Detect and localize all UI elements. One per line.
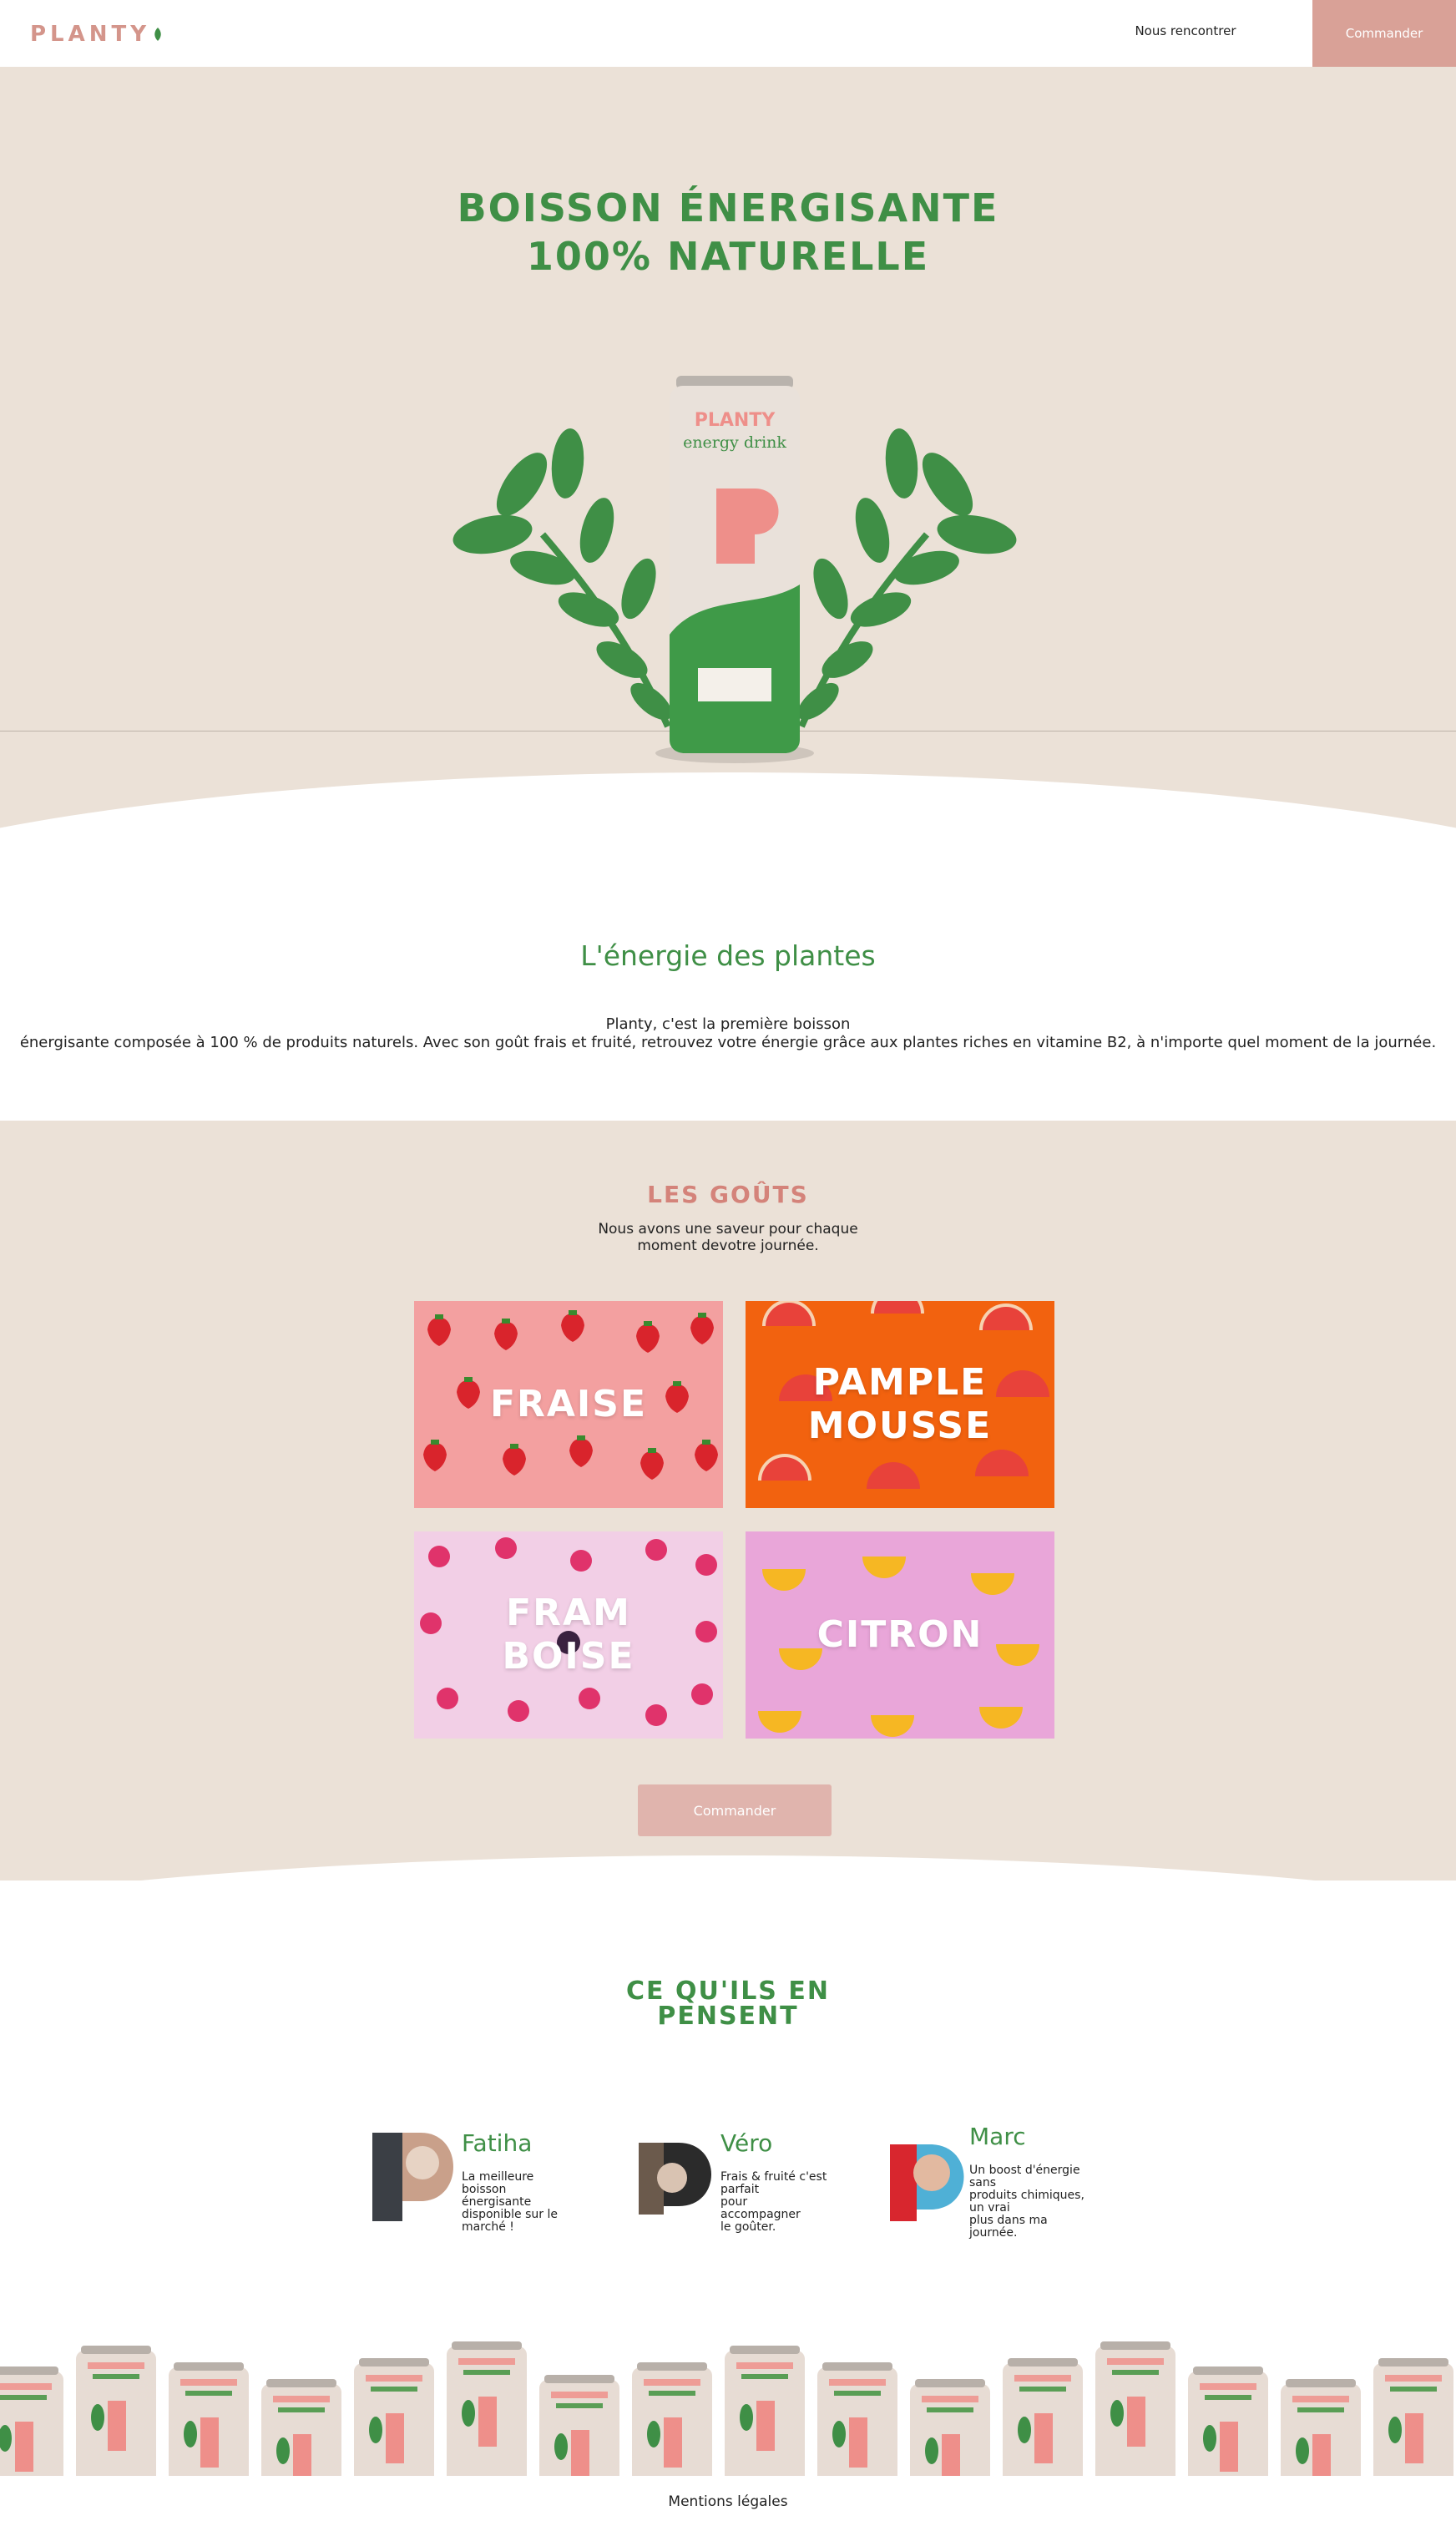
review-card: Fatiha La meilleure boisson énergisante dis… xyxy=(372,2129,573,2246)
can-icon xyxy=(169,2362,249,2476)
review-name: Fatiha xyxy=(462,2129,533,2157)
intro-text: Planty, c'est la première boisson énergi… xyxy=(0,1015,1456,1052)
review-text: Un boost d'énergie sans produits chimiques… xyxy=(969,2164,1084,2240)
tastes-bottom-curve xyxy=(0,1855,1456,1881)
hero-title-line2: 100% NATURELLE xyxy=(526,234,930,279)
reviews-title-line2: PENSENT xyxy=(657,2002,799,2031)
site-header: PLANTY Nous rencontrer Commander xyxy=(0,0,1456,67)
logo-text: PLANTY xyxy=(30,22,151,47)
can-icon xyxy=(539,2375,619,2476)
avatar xyxy=(372,2133,453,2221)
review-name: Marc xyxy=(969,2123,1026,2150)
hero-title-line1: BOISSON ÉNERGISANTE xyxy=(457,185,999,230)
review-text: Frais & fruité c'est parfait pour accompagn… xyxy=(720,2170,827,2234)
tastes-section: LES GOÛTS Nous avons une saveur pour cha… xyxy=(0,1121,1456,1881)
can-icon xyxy=(1373,2358,1453,2476)
review-text: La meilleure boisson énergisante disponible… xyxy=(462,2170,559,2234)
can-icon xyxy=(725,2346,805,2476)
can-icon xyxy=(76,2346,156,2476)
intro-text-line2: énergisante composée à 100 % de produits… xyxy=(19,1034,1437,1051)
review-card: Véro Frais & fruité c'est parfait pour acco… xyxy=(639,2129,839,2246)
flavor-tile-framboise[interactable]: FRAM BOISE xyxy=(414,1531,723,1739)
energy-drink-can-icon: PLANTY energy drink xyxy=(655,376,814,763)
flavor-label: FRAM BOISE xyxy=(502,1592,635,1678)
mentions-legales-link[interactable]: Mentions légales xyxy=(0,2493,1456,2510)
flavor-tile-pamplemousse[interactable]: PAMPLE MOUSSE xyxy=(746,1301,1054,1508)
can-icon xyxy=(1095,2341,1175,2476)
reviews-title-line1: CE QU'ILS EN xyxy=(626,1977,830,2006)
flavor-tile-citron[interactable]: CITRON xyxy=(746,1531,1054,1739)
can-icon xyxy=(354,2358,434,2476)
avatar xyxy=(639,2143,711,2215)
flavor-tile-fraise[interactable]: FRAISE xyxy=(414,1301,723,1508)
svg-text:energy drink: energy drink xyxy=(683,433,786,452)
intro-title: L'énergie des plantes xyxy=(580,939,876,972)
hero-bottom-curve xyxy=(0,772,1456,877)
can-icon xyxy=(910,2379,990,2476)
can-icon xyxy=(1281,2379,1361,2476)
can-icon xyxy=(1003,2358,1083,2476)
flavor-label: CITRON xyxy=(816,1613,983,1656)
can-icon xyxy=(632,2362,712,2476)
flavor-label: FRAISE xyxy=(489,1383,648,1425)
tastes-subtitle-line2: moment devotre journée. xyxy=(637,1238,819,1254)
hero-can-illustration: PLANTY energy drink xyxy=(452,376,1017,763)
leaf-icon xyxy=(154,22,162,47)
tastes-commander-button[interactable]: Commander xyxy=(638,1784,832,1836)
flavor-label: PAMPLE MOUSSE xyxy=(807,1361,993,1447)
can-icon xyxy=(0,2366,63,2476)
tastes-title: LES GOÛTS xyxy=(647,1181,809,1208)
right-branch-icon xyxy=(797,428,1017,728)
tastes-subtitle: Nous avons une saveur pour chaque moment… xyxy=(0,1221,1456,1254)
planty-logo[interactable]: PLANTY xyxy=(30,22,162,47)
review-name: Véro xyxy=(720,2129,773,2157)
header-commander-button[interactable]: Commander xyxy=(1312,0,1456,67)
can-icon xyxy=(1188,2366,1268,2476)
left-branch-icon xyxy=(452,428,672,728)
hero-title: BOISSON ÉNERGISANTE 100% NATURELLE xyxy=(0,184,1456,281)
tastes-subtitle-line1: Nous avons une saveur pour chaque xyxy=(598,1221,858,1238)
can-icon xyxy=(261,2379,341,2476)
can-icon xyxy=(817,2362,897,2476)
avatar xyxy=(890,2144,964,2221)
svg-text:PLANTY: PLANTY xyxy=(695,410,776,431)
hero-section: BOISSON ÉNERGISANTE 100% NATURELLE PLANT… xyxy=(0,67,1456,877)
nav-nous-rencontrer-link[interactable]: Nous rencontrer xyxy=(1110,23,1261,38)
intro-text-line1: Planty, c'est la première boisson xyxy=(605,1015,851,1033)
reviews-title: CE QU'ILS EN PENSENT xyxy=(0,1979,1456,2029)
can-icon xyxy=(447,2341,527,2476)
review-card: Marc Un boost d'énergie sans produits chim… xyxy=(888,2123,1089,2248)
cans-decoration-strip xyxy=(0,2341,1453,2476)
